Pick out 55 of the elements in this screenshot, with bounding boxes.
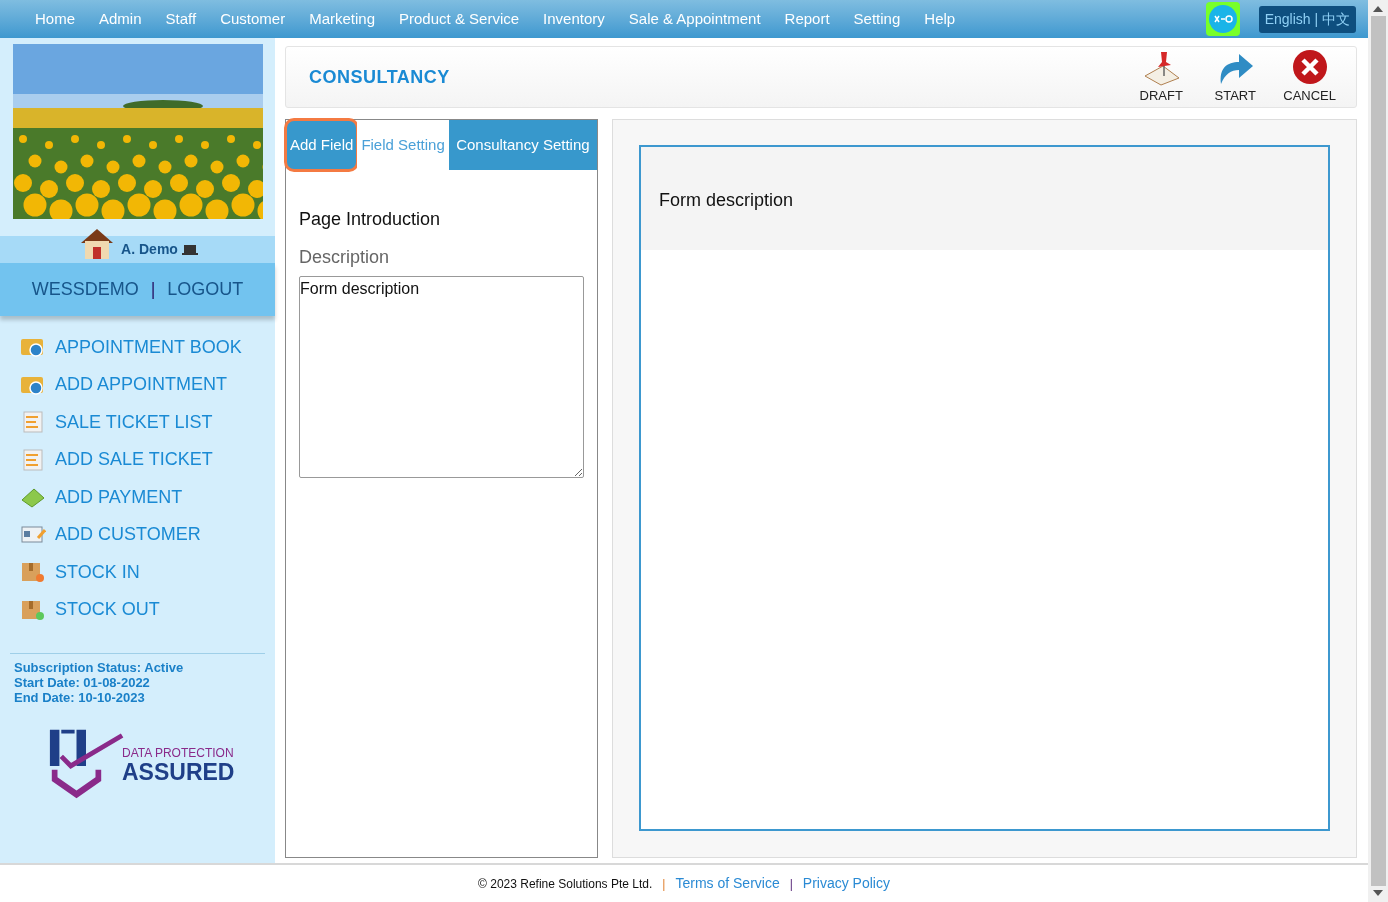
scroll-down-icon[interactable] (1373, 890, 1383, 896)
nav-link[interactable]: Report (772, 7, 842, 31)
sidebar-menu-item[interactable]: ADD PAYMENT (20, 486, 275, 508)
badge-caption: DATA PROTECTION (122, 747, 235, 760)
badge-title: ASSURED (122, 760, 235, 784)
sidebar-menu-item[interactable]: STOCK OUT (20, 598, 275, 621)
cash-icon (20, 486, 46, 508)
nav-link[interactable]: Customer (208, 7, 298, 31)
id-card-icon (20, 523, 46, 546)
box-icon (20, 561, 46, 583)
separator: | (662, 875, 666, 893)
copyright-text: © 2023 Refine Solutions Pte Ltd. (478, 875, 653, 893)
sidebar-menu-item[interactable]: ADD CUSTOMER (20, 523, 275, 546)
receipt-icon (20, 411, 46, 433)
separator: | (150, 278, 156, 301)
subscription-info: End Date: 10-10-2023 (14, 689, 146, 705)
user-name: A. Demo (121, 240, 178, 259)
nav-link[interactable]: Product & Service (387, 7, 532, 31)
section-heading: Page Introduction (299, 208, 442, 231)
form-description: Form description (659, 190, 794, 210)
footer-link[interactable]: Privacy Policy (802, 873, 890, 894)
toolbar-button[interactable]: START (1209, 48, 1262, 106)
language-switch[interactable]: English | 中文 (1258, 5, 1356, 33)
box-icon (20, 598, 46, 621)
subscription-info: Start Date: 01-08-2022 (14, 674, 151, 690)
sidebar-menu-item[interactable]: APPOINTMENT BOOK (20, 336, 275, 358)
account-link[interactable]: WESSDEMO (31, 276, 139, 303)
receipt-icon (20, 448, 46, 471)
sidebar-menu-item[interactable]: ADD SALE TICKET (20, 448, 275, 471)
field-label: Description (299, 246, 391, 269)
nav-link[interactable]: Sale & Appointment (616, 7, 773, 31)
toolbar-button[interactable]: DRAFT (1135, 48, 1188, 106)
calendar-clock-icon (20, 336, 46, 358)
tab[interactable]: Consultancy Setting (448, 120, 597, 170)
nav-link[interactable]: Inventory (531, 7, 617, 31)
xero-logo-icon[interactable] (1205, 2, 1240, 36)
nav-link[interactable]: Marketing (297, 7, 388, 31)
sidebar-menu-item[interactable]: STOCK IN (20, 561, 275, 583)
sidebar-menu-item[interactable]: ADD APPOINTMENT (20, 373, 275, 396)
subscription-info: Subscription Status: Active (14, 659, 185, 675)
separator: | (789, 875, 793, 893)
description-field[interactable]: Form description (299, 276, 584, 478)
laptop-icon (181, 243, 198, 256)
nav-link[interactable]: Home (23, 7, 87, 31)
page-title: CONSULTANCY (309, 65, 450, 89)
footer-link[interactable]: Terms of Service (675, 873, 780, 894)
nav-link[interactable]: Help (912, 7, 968, 31)
toolbar-button[interactable]: CANCEL (1283, 48, 1336, 106)
nav-link[interactable]: Setting (841, 7, 913, 31)
tab[interactable]: Add Field (286, 120, 358, 170)
scroll-up-icon[interactable] (1373, 6, 1383, 12)
nav-link[interactable]: Staff (153, 7, 209, 31)
nav-link[interactable]: Admin (87, 7, 154, 31)
logout-link[interactable]: LOGOUT (167, 276, 244, 303)
sidebar-menu-item[interactable]: SALE TICKET LIST (20, 411, 275, 433)
